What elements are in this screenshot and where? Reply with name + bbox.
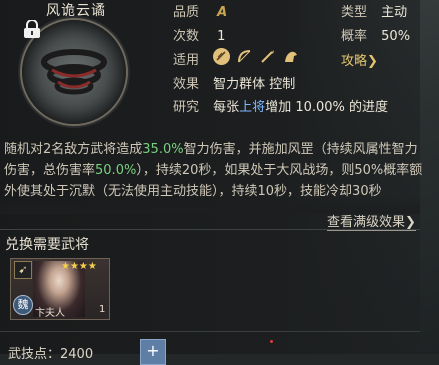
general-count: 1 (99, 304, 106, 315)
times-value: 1 (217, 29, 226, 44)
skill-points: 武技点：2400 (8, 347, 94, 362)
effect-value: 智力群体 控制 (213, 77, 296, 92)
fit-icons (213, 48, 299, 65)
research-post: 增加 10.00% 的进度 (265, 100, 389, 115)
type-value: 主动 (381, 5, 408, 20)
quality-value: A (217, 5, 228, 20)
horse-icon (282, 48, 299, 65)
add-points-button[interactable]: + (140, 339, 166, 365)
desc-highlight-2: 50.0% (95, 163, 137, 178)
research-row: 研究 每张上将增加 10.00% 的进度 (173, 96, 388, 115)
rate-value: 50% (381, 29, 411, 44)
type-label: 类型 (341, 5, 368, 20)
star-rating: ★★★★ (61, 261, 97, 272)
faction-badge: 魏 (13, 295, 33, 315)
fit-row: 适用 (173, 49, 199, 68)
full-effect-link[interactable]: 查看满级效果❯ (327, 211, 416, 231)
section-divider (0, 229, 420, 230)
skill-title: 风诡云谲 (46, 3, 106, 19)
research-pre: 每张 (213, 100, 240, 115)
footer-divider (0, 331, 420, 332)
fit-label: 适用 (173, 53, 200, 68)
effect-label: 效果 (173, 77, 200, 92)
lock-icon (24, 20, 40, 38)
strategy-link[interactable]: 攻略❯ (341, 50, 378, 69)
rate-label: 概率 (341, 29, 368, 44)
notification-dot (270, 340, 273, 343)
rate-row: 概率 50% (341, 25, 410, 44)
type-row: 类型 主动 (341, 1, 407, 20)
bow-icon (236, 48, 253, 65)
research-highlight: 上将 (239, 100, 266, 115)
desc-part-1: 随机对2名敌方武将造成 (4, 142, 143, 157)
skill-medallion (22, 20, 126, 124)
required-general-title: 兑换需要武将 (5, 237, 89, 253)
quality-label: 品质 (173, 5, 200, 20)
times-label: 次数 (173, 29, 200, 44)
effect-row: 效果 智力群体 控制 (173, 73, 295, 92)
quality-row: 品质 A (173, 1, 227, 20)
shield-icon (213, 48, 230, 65)
times-row: 次数 1 (173, 25, 225, 44)
research-label: 研究 (173, 100, 200, 115)
bow-icon: ➹ (14, 261, 32, 279)
desc-highlight-1: 35.0% (142, 142, 184, 157)
general-card[interactable]: ➹ ★★★★ 魏 卞夫人 1 (10, 258, 110, 320)
general-name: 卞夫人 (35, 308, 65, 319)
spear-icon (259, 48, 276, 65)
